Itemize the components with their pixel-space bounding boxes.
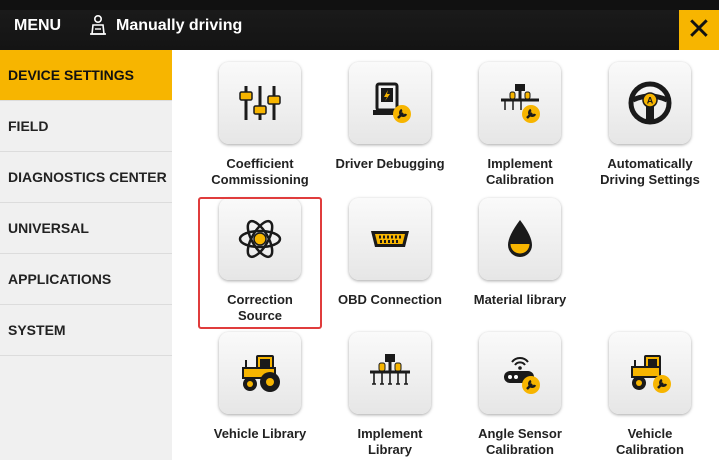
tile-vehicle-calibration[interactable]: Vehicle Calibration [585,332,715,458]
tile-label: Angle Sensor Calibration [478,426,562,457]
tile-label: Implement Library [357,426,423,457]
tile-label: Implement Calibration [486,156,554,187]
obd-connector-icon [371,231,409,247]
sidebar-item-label: FIELD [8,118,49,134]
steering-wheel-icon: A [628,81,672,125]
tile-label: Driver Debugging [335,156,445,171]
implement-calibration-icon [501,84,540,123]
drop-icon [508,220,532,257]
tractor-driver-icon [90,14,106,35]
tile-correction-source[interactable]: Correction Source [195,198,325,324]
svg-text:A: A [647,96,654,106]
sidebar: DEVICE SETTINGS FIELD DIAGNOSTICS CENTER… [0,50,172,460]
tile-driver-debugging[interactable]: Driver Debugging [325,62,455,172]
sidebar-item-label: UNIVERSAL [8,220,89,236]
tile-implement-library[interactable]: Implement Library [325,332,455,458]
tractor-wrench-icon [631,355,671,393]
tile-label: OBD Connection [338,292,442,307]
sidebar-item-diagnostics-center[interactable]: DIAGNOSTICS CENTER [0,152,172,203]
driver-device-icon [373,82,411,123]
menu-title: MENU [14,17,62,34]
tile-material-library[interactable]: Material library [455,198,585,308]
sidebar-item-applications[interactable]: APPLICATIONS [0,254,172,305]
driving-mode-label: Manually driving [116,17,243,34]
tile-label: Automatically Driving Settings [600,156,700,187]
sidebar-item-universal[interactable]: UNIVERSAL [0,203,172,254]
angle-sensor-icon [504,357,540,394]
close-button[interactable]: ✕ [679,10,719,50]
top-bar: MENU Manually driving ✕ [0,0,719,50]
tile-vehicle-library[interactable]: Vehicle Library [195,332,325,442]
tile-automatically-driving-settings[interactable]: A Automatically Driving Settings [585,62,715,188]
tile-label: Vehicle Library [213,426,307,441]
sidebar-item-field[interactable]: FIELD [0,101,172,152]
atom-icon [238,219,282,259]
sliders-icon [239,86,281,120]
tile-angle-sensor-calibration[interactable]: Angle Sensor Calibration [455,332,585,458]
tile-label: Correction Source [227,292,293,323]
sidebar-item-label: APPLICATIONS [8,271,112,287]
sidebar-item-label: DEVICE SETTINGS [8,67,135,83]
tile-label: Vehicle Calibration [616,426,684,457]
sidebar-item-system[interactable]: SYSTEM [0,305,172,356]
implement-icon [370,354,410,385]
tractor-icon [242,355,280,392]
close-icon: ✕ [686,13,712,46]
sidebar-item-label: DIAGNOSTICS CENTER [8,169,167,185]
tile-label: Coefficient Commissioning [211,156,309,187]
sidebar-item-label: SYSTEM [8,322,66,338]
settings-grid: Coefficient Commissioning Driver Debuggi… [172,50,719,460]
tile-coefficient-commissioning[interactable]: Coefficient Commissioning [195,62,325,188]
tile-implement-calibration[interactable]: Implement Calibration [455,62,585,188]
tile-obd-connection[interactable]: OBD Connection [325,198,455,308]
tile-label: Material library [473,292,567,307]
sidebar-item-device-settings[interactable]: DEVICE SETTINGS [0,50,172,101]
